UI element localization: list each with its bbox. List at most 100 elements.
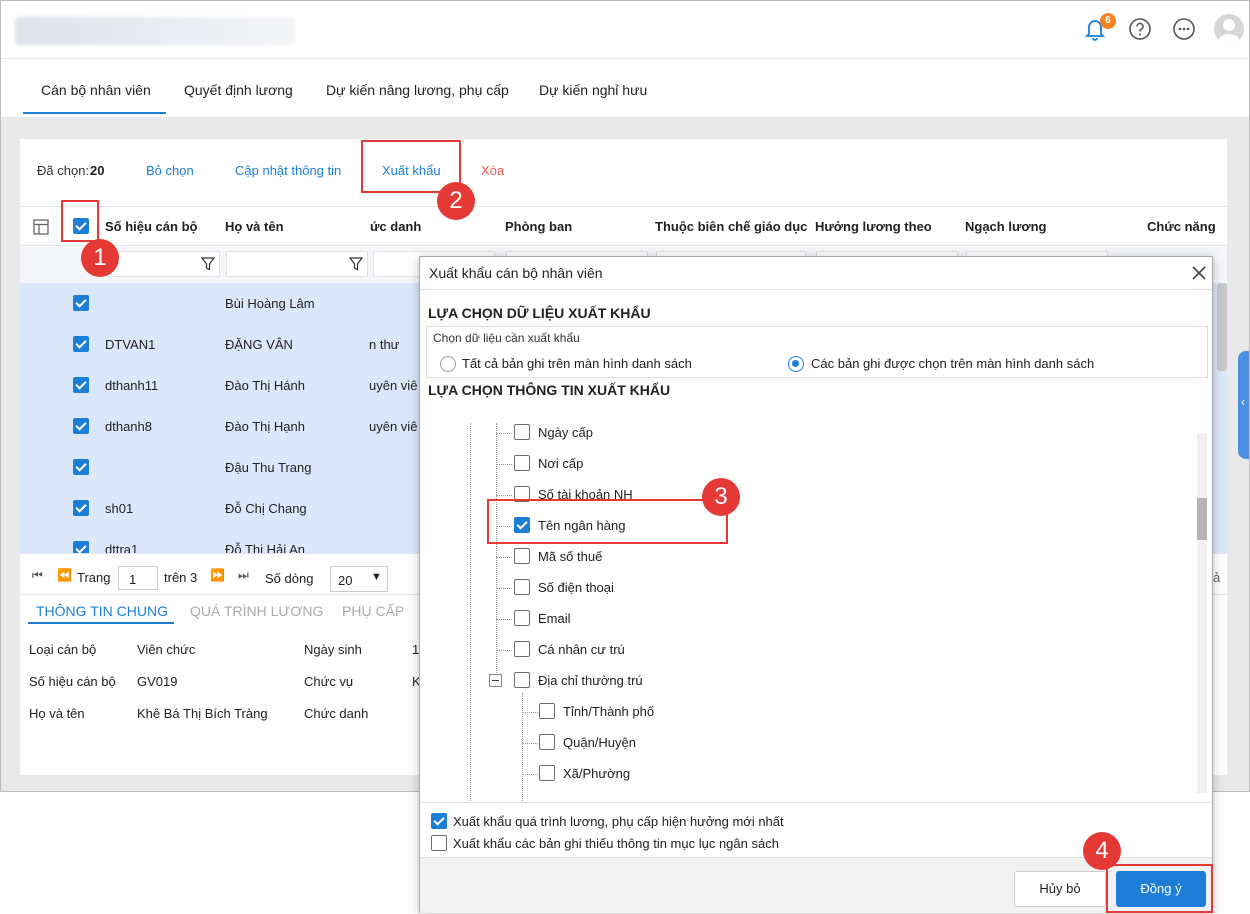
field-value: Khê Bá Thị Bích Tràng (137, 706, 268, 721)
name-filter[interactable] (226, 251, 368, 277)
selected-count: 20 (90, 163, 105, 178)
cell-title: uyên viê (369, 419, 418, 434)
radio-all-records[interactable] (440, 356, 456, 372)
tree-guide (470, 423, 471, 801)
active-tab-indicator (23, 112, 166, 114)
rows-per-page-select[interactable]: 20 ▼ (330, 566, 388, 592)
cell-code: DTVAN1 (105, 337, 156, 352)
field-label: Chức vụ (304, 674, 354, 689)
tree-guide (496, 464, 512, 465)
table-scrollbar-thumb[interactable] (1217, 283, 1227, 371)
tree-guide (522, 774, 538, 775)
highlight-bank-name (487, 499, 728, 544)
staff-code-filter[interactable] (105, 251, 220, 277)
selected-label: Đã chọn: (37, 163, 90, 178)
column-layout-icon[interactable] (33, 219, 49, 235)
next-page-icon[interactable]: ⏩ (210, 568, 225, 582)
cell-name: Đậu Thu Trang (225, 460, 312, 475)
tree-guide (496, 619, 512, 620)
tab-salary-decision[interactable]: Quyết định lương (184, 82, 293, 98)
cell-code: dthanh8 (105, 419, 152, 434)
cell-code: sh01 (105, 501, 134, 516)
title-bar: 6 (1, 1, 1249, 59)
filter-icon[interactable] (349, 257, 363, 271)
user-avatar[interactable] (1214, 14, 1244, 44)
radio-dot (792, 360, 799, 367)
export-dialog: Xuất khẩu cán bộ nhân viên LỰA CHỌN DỮ L… (419, 256, 1213, 913)
tab-allowance[interactable]: PHỤ CẤP (342, 603, 404, 619)
col-education-staffing[interactable]: Thuộc biên chế giáo dục (655, 219, 807, 234)
field-label: Số hiệu cán bộ (29, 674, 116, 689)
choose-data-label: Chọn dữ liệu cần xuất khẩu (433, 331, 580, 345)
row-checkbox[interactable] (73, 541, 89, 553)
chevron-down-icon: ▼ (371, 571, 382, 583)
radio-all-label: Tất cả bản ghi trên màn hình danh sách (462, 356, 692, 371)
tree-guide (522, 743, 538, 744)
row-checkbox[interactable] (73, 377, 89, 393)
tree-scrollbar-track[interactable] (1197, 433, 1207, 793)
cancel-button[interactable]: Hủy bỏ (1014, 871, 1106, 907)
step-badge-4: 4 (1083, 832, 1121, 870)
filter-icon[interactable] (201, 257, 215, 271)
delete-button[interactable]: Xóa (481, 163, 504, 178)
collapse-toggle-icon[interactable] (489, 674, 502, 687)
cell-name: ĐẶNG VÂN (225, 337, 293, 352)
help-icon[interactable] (1127, 16, 1153, 42)
cell-name: Đào Thị Hánh (225, 378, 305, 393)
update-info-button[interactable]: Cập nhật thông tin (235, 163, 341, 178)
tab-general-info[interactable]: THÔNG TIN CHUNG (36, 603, 168, 619)
tree-checkbox[interactable] (514, 548, 530, 564)
page-input[interactable]: 1 (118, 566, 158, 590)
side-collapse-handle[interactable]: ‹ (1238, 351, 1249, 459)
tab-staff[interactable]: Cán bộ nhân viên (41, 82, 151, 98)
last-page-icon[interactable]: ⏭ (238, 568, 249, 583)
col-salary-grade[interactable]: Ngạch lương (965, 219, 1047, 234)
col-title[interactable]: ức danh (370, 219, 421, 234)
step-badge-2: 2 (437, 182, 475, 220)
col-salary-basis[interactable]: Hưởng lương theo (815, 219, 932, 234)
tab-retirement-forecast[interactable]: Dự kiến nghỉ hưu (539, 82, 647, 98)
col-department[interactable]: Phòng ban (505, 219, 572, 234)
tree-checkbox[interactable] (539, 734, 555, 750)
highlight-select-all (61, 200, 99, 242)
export-missing-checkbox[interactable] (431, 835, 447, 851)
tree-checkbox[interactable] (514, 424, 530, 440)
tab-salary-history[interactable]: QUÁ TRÌNH LƯƠNG (190, 603, 323, 619)
divider (420, 802, 1212, 803)
row-checkbox[interactable] (73, 336, 89, 352)
tab-salary-raise-forecast[interactable]: Dự kiến nâng lương, phụ cấp (326, 82, 509, 98)
dialog-title: Xuất khẩu cán bộ nhân viên (429, 265, 603, 281)
more-options-icon[interactable] (1171, 16, 1197, 42)
field-value: GV019 (137, 674, 178, 689)
first-page-icon[interactable]: ⏮ (32, 568, 43, 583)
main-tabs: Cán bộ nhân viên Quyết định lương Dự kiế… (1, 60, 1249, 118)
tree-checkbox[interactable] (514, 610, 530, 626)
tree-checkbox[interactable] (514, 455, 530, 471)
row-checkbox[interactable] (73, 459, 89, 475)
tree-checkbox[interactable] (514, 641, 530, 657)
row-checkbox[interactable] (73, 500, 89, 516)
tree-checkbox[interactable] (539, 703, 555, 719)
radio-selected-records[interactable] (788, 356, 804, 372)
close-icon[interactable] (1191, 265, 1207, 281)
export-latest-checkbox[interactable] (431, 813, 447, 829)
tree-checkbox[interactable] (514, 672, 530, 688)
row-checkbox[interactable] (73, 295, 89, 311)
field-label: Ngày sinh (304, 642, 362, 657)
tree-checkbox[interactable] (539, 765, 555, 781)
cell-name: Đỗ Chị Chang (225, 501, 307, 516)
tree-scrollbar-thumb[interactable] (1197, 498, 1207, 540)
row-checkbox[interactable] (73, 418, 89, 434)
tree-checkbox[interactable] (514, 579, 530, 595)
field-label: Loại cán bộ (29, 642, 97, 657)
field-label: Họ và tên (29, 706, 85, 721)
field-label: Chức danh (304, 706, 369, 721)
prev-page-icon[interactable]: ⏪ (57, 568, 72, 582)
col-full-name[interactable]: Họ và tên (225, 219, 284, 234)
deselect-button[interactable]: Bỏ chọn (146, 163, 194, 178)
export-latest-label: Xuất khẩu quá trình lương, phụ cấp hiện … (453, 814, 784, 829)
field-value: Viên chức (137, 642, 196, 657)
notification-badge: 6 (1100, 13, 1116, 29)
col-staff-code[interactable]: Số hiệu cán bộ (105, 219, 197, 234)
tree-guide (496, 557, 512, 558)
